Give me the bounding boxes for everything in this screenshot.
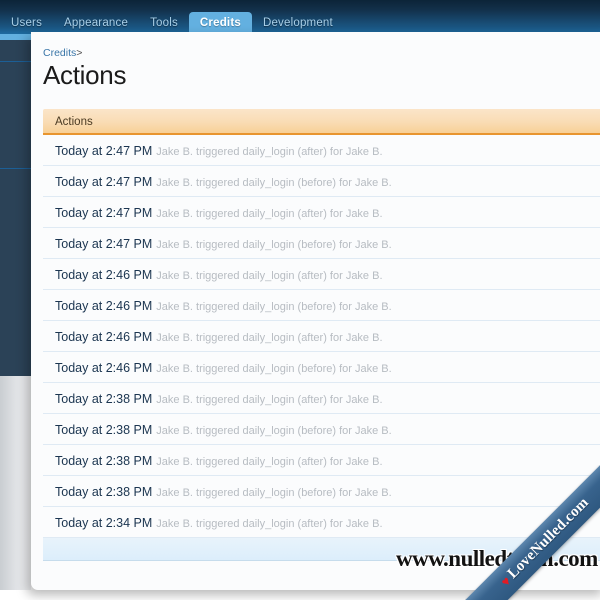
table-row[interactable]: Today at 2:38 PM Jake B. triggered daily_… <box>43 414 600 445</box>
tab-appearance[interactable]: Appearance <box>53 12 139 34</box>
row-description: Jake B. triggered daily_login (before) f… <box>156 239 392 251</box>
site-watermark: www.nulledteam.com <box>396 546 598 571</box>
table-row[interactable]: Today at 2:47 PM Jake B. triggered daily_… <box>43 166 600 197</box>
table-row[interactable]: Today at 2:47 PM Jake B. triggered daily_… <box>43 228 600 259</box>
left-sidebar-strip[interactable] <box>0 40 31 376</box>
row-description: Jake B. triggered daily_login (after) fo… <box>156 332 383 344</box>
row-description: Jake B. triggered daily_login (before) f… <box>156 177 392 189</box>
row-timestamp: Today at 2:38 PM <box>55 485 153 499</box>
sidebar-divider-2 <box>0 168 31 169</box>
row-timestamp: Today at 2:34 PM <box>55 516 153 530</box>
row-description: Jake B. triggered daily_login (after) fo… <box>156 518 383 530</box>
row-description: Jake B. triggered daily_login (after) fo… <box>156 270 383 282</box>
row-timestamp: Today at 2:38 PM <box>55 454 153 468</box>
row-timestamp: Today at 2:47 PM <box>55 144 153 158</box>
table-row[interactable]: Today at 2:46 PM Jake B. triggered daily_… <box>43 321 600 352</box>
row-timestamp: Today at 2:46 PM <box>55 268 153 282</box>
table-row[interactable]: Today at 2:34 PM Jake B. triggered daily_… <box>43 507 600 538</box>
table-row[interactable]: Today at 2:46 PM Jake B. triggered daily_… <box>43 352 600 383</box>
row-timestamp: Today at 2:46 PM <box>55 330 153 344</box>
table-row[interactable]: Today at 2:38 PM Jake B. triggered daily_… <box>43 476 600 507</box>
table-row[interactable]: Today at 2:47 PM Jake B. triggered daily_… <box>43 135 600 166</box>
row-timestamp: Today at 2:46 PM <box>55 299 153 313</box>
tab-development[interactable]: Development <box>252 12 344 34</box>
row-description: Jake B. triggered daily_login (after) fo… <box>156 208 383 220</box>
row-description: Jake B. triggered daily_login (before) f… <box>156 425 392 437</box>
row-timestamp: Today at 2:38 PM <box>55 423 153 437</box>
row-description: Jake B. triggered daily_login (before) f… <box>156 301 392 313</box>
page-title: Actions <box>43 60 127 90</box>
row-description: Jake B. triggered daily_login (after) fo… <box>156 146 383 158</box>
sidebar-divider-1 <box>0 61 31 62</box>
tab-tools[interactable]: Tools <box>139 12 189 34</box>
top-navigation-bar: Users Appearance Tools Credits Development <box>0 0 600 34</box>
table-row[interactable]: Today at 2:47 PM Jake B. triggered daily_… <box>43 197 600 228</box>
row-timestamp: Today at 2:47 PM <box>55 175 153 189</box>
breadcrumb-root-link[interactable]: Credits <box>43 47 76 59</box>
table-row[interactable]: Today at 2:46 PM Jake B. triggered daily_… <box>43 290 600 321</box>
row-description: Jake B. triggered daily_login (before) f… <box>156 487 392 499</box>
tab-users[interactable]: Users <box>0 12 53 34</box>
row-timestamp: Today at 2:47 PM <box>55 206 153 220</box>
content-card: Credits> Actions Actions Today at 2:47 P… <box>31 32 600 590</box>
page-background-edge <box>0 376 31 590</box>
main-tab-list: Users Appearance Tools Credits Development <box>0 6 344 34</box>
row-description: Jake B. triggered daily_login (after) fo… <box>156 456 383 468</box>
actions-table: Actions Today at 2:47 PM Jake B. triggere… <box>43 109 600 561</box>
table-row[interactable]: Today at 2:46 PM Jake B. triggered daily_… <box>43 259 600 290</box>
table-row[interactable]: Today at 2:38 PM Jake B. triggered daily_… <box>43 445 600 476</box>
breadcrumb[interactable]: Credits> <box>43 47 82 59</box>
row-timestamp: Today at 2:46 PM <box>55 361 153 375</box>
actions-table-body: Today at 2:47 PM Jake B. triggered daily_… <box>43 135 600 538</box>
actions-table-header: Actions <box>43 109 600 135</box>
content-card-inner: Credits> Actions Actions Today at 2:47 P… <box>31 32 600 590</box>
row-timestamp: Today at 2:38 PM <box>55 392 153 406</box>
breadcrumb-separator: > <box>76 47 83 59</box>
row-description: Jake B. triggered daily_login (after) fo… <box>156 394 383 406</box>
tab-credits[interactable]: Credits <box>188 12 252 34</box>
row-timestamp: Today at 2:47 PM <box>55 237 153 251</box>
table-row[interactable]: Today at 2:38 PM Jake B. triggered daily_… <box>43 383 600 414</box>
row-description: Jake B. triggered daily_login (before) f… <box>156 363 392 375</box>
